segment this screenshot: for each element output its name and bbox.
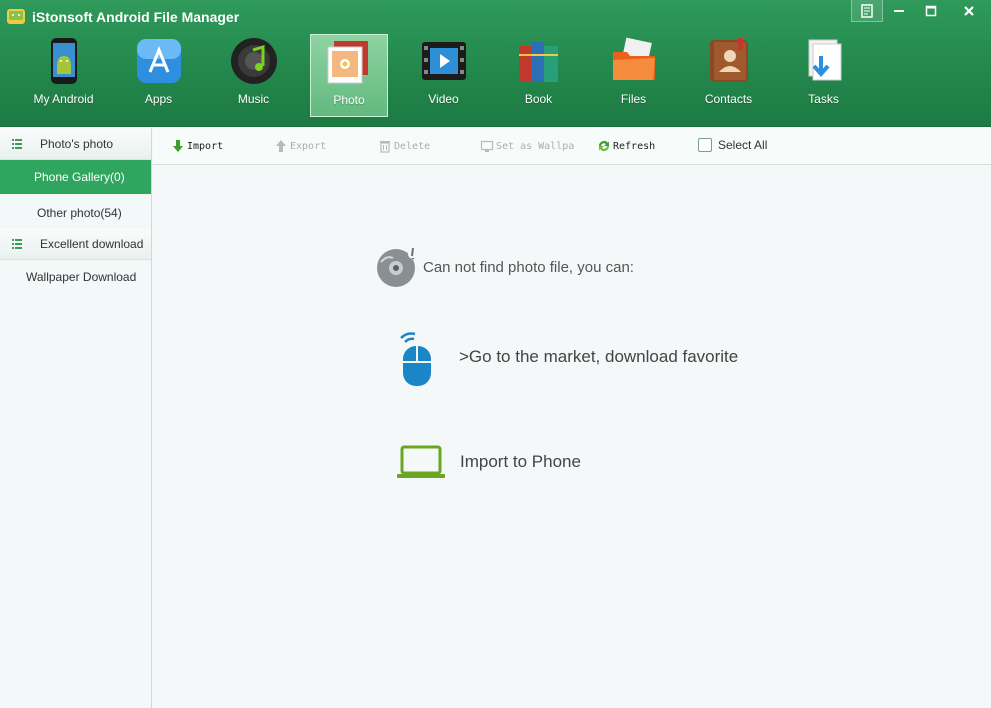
tasks-icon bbox=[808, 39, 841, 81]
window-controls bbox=[851, 0, 991, 22]
nav-music[interactable]: Music bbox=[206, 34, 301, 117]
import-link-text[interactable]: Import to Phone bbox=[460, 452, 581, 472]
laptop-icon bbox=[397, 445, 445, 478]
nav-label: Files bbox=[620, 92, 647, 106]
video-icon bbox=[421, 42, 466, 80]
sidebar-group-downloads[interactable]: Excellent download bbox=[0, 228, 151, 260]
import-icon bbox=[173, 140, 183, 152]
export-icon bbox=[276, 140, 286, 152]
select-all[interactable]: Select All bbox=[698, 138, 767, 152]
nav-contacts[interactable]: Contacts bbox=[681, 34, 776, 117]
nav-label: Contacts bbox=[704, 92, 753, 106]
sidebar-group-label: Excellent download bbox=[40, 236, 144, 251]
contacts-icon bbox=[709, 38, 748, 82]
app-store-icon bbox=[136, 39, 181, 83]
minimize-icon[interactable] bbox=[883, 0, 915, 22]
refresh-icon bbox=[599, 141, 609, 151]
set-wallpaper-button[interactable]: Set as Wallpa bbox=[480, 138, 576, 154]
maximize-icon[interactable] bbox=[915, 0, 947, 22]
import-link[interactable]: Import to Phone bbox=[397, 444, 581, 480]
sidebar-group-label: Photo's photo bbox=[40, 136, 114, 151]
nav-apps[interactable]: Apps bbox=[111, 34, 206, 117]
delete-button[interactable]: Delete bbox=[378, 138, 430, 154]
trash-icon bbox=[380, 141, 390, 153]
book-icon bbox=[518, 42, 558, 82]
empty-message: Can not find photo file, you can: bbox=[375, 246, 634, 288]
refresh-label: Refresh bbox=[613, 140, 656, 152]
main-content: Can not find photo file, you can: >Go to… bbox=[153, 166, 991, 708]
select-all-checkbox[interactable] bbox=[698, 138, 712, 152]
main-nav: My Android Apps Music Photo Video Book F… bbox=[16, 34, 871, 117]
nav-label: Music bbox=[237, 92, 270, 106]
select-all-label: Select All bbox=[718, 138, 768, 152]
nav-label: Book bbox=[524, 92, 553, 106]
sidebar-item-wallpaper-download[interactable]: Wallpaper Download bbox=[0, 260, 151, 294]
market-link[interactable]: >Go to the market, download favorite bbox=[397, 332, 738, 388]
photo-icon bbox=[327, 41, 368, 84]
window-title: iStonsoft Android File Manager bbox=[32, 9, 240, 25]
music-icon bbox=[230, 38, 277, 84]
nav-video[interactable]: Video bbox=[396, 34, 491, 117]
android-phone-icon bbox=[50, 38, 77, 84]
close-icon[interactable] bbox=[947, 0, 991, 22]
app-logo-icon bbox=[7, 9, 25, 24]
folder-icon bbox=[612, 37, 655, 80]
export-label: Export bbox=[290, 140, 327, 152]
nav-photo[interactable]: Photo bbox=[310, 34, 388, 117]
nav-label: My Android bbox=[33, 92, 94, 106]
nav-label: Apps bbox=[144, 92, 173, 106]
import-button[interactable]: Import bbox=[171, 138, 223, 154]
mouse-icon bbox=[400, 332, 431, 386]
nav-book[interactable]: Book bbox=[491, 34, 586, 117]
nav-tasks[interactable]: Tasks bbox=[776, 34, 871, 117]
nav-label: Tasks bbox=[808, 92, 839, 106]
import-label: Import bbox=[187, 140, 224, 152]
list-icon bbox=[12, 139, 22, 149]
header-bar: iStonsoft Android File Manager My Androi… bbox=[0, 0, 991, 127]
sidebar-item-other-photo[interactable]: Other photo(54) bbox=[0, 194, 151, 228]
nav-label: Photo bbox=[333, 93, 365, 107]
delete-label: Delete bbox=[394, 140, 431, 152]
export-button[interactable]: Export bbox=[274, 138, 326, 154]
feedback-icon[interactable] bbox=[851, 0, 883, 22]
empty-message-text: Can not find photo file, you can: bbox=[423, 258, 634, 276]
sidebar-item-phone-gallery[interactable]: Phone Gallery(0) bbox=[0, 160, 151, 194]
sidebar-group-photos[interactable]: Photo's photo bbox=[0, 128, 151, 160]
toolbar: Import Export Delete Set as Wallpa Refre… bbox=[153, 128, 991, 165]
wallpaper-icon bbox=[480, 140, 494, 152]
set-wallpaper-label: Set as Wallpa bbox=[496, 140, 575, 152]
broken-disc-icon bbox=[377, 247, 418, 287]
nav-my-android[interactable]: My Android bbox=[16, 34, 111, 117]
sidebar: Photo's photo Phone Gallery(0) Other pho… bbox=[0, 128, 152, 708]
list-icon bbox=[12, 239, 22, 249]
refresh-button[interactable]: Refresh bbox=[597, 138, 655, 154]
market-link-text[interactable]: >Go to the market, download favorite bbox=[459, 347, 738, 367]
nav-label: Video bbox=[428, 92, 459, 106]
nav-files[interactable]: Files bbox=[586, 34, 681, 117]
